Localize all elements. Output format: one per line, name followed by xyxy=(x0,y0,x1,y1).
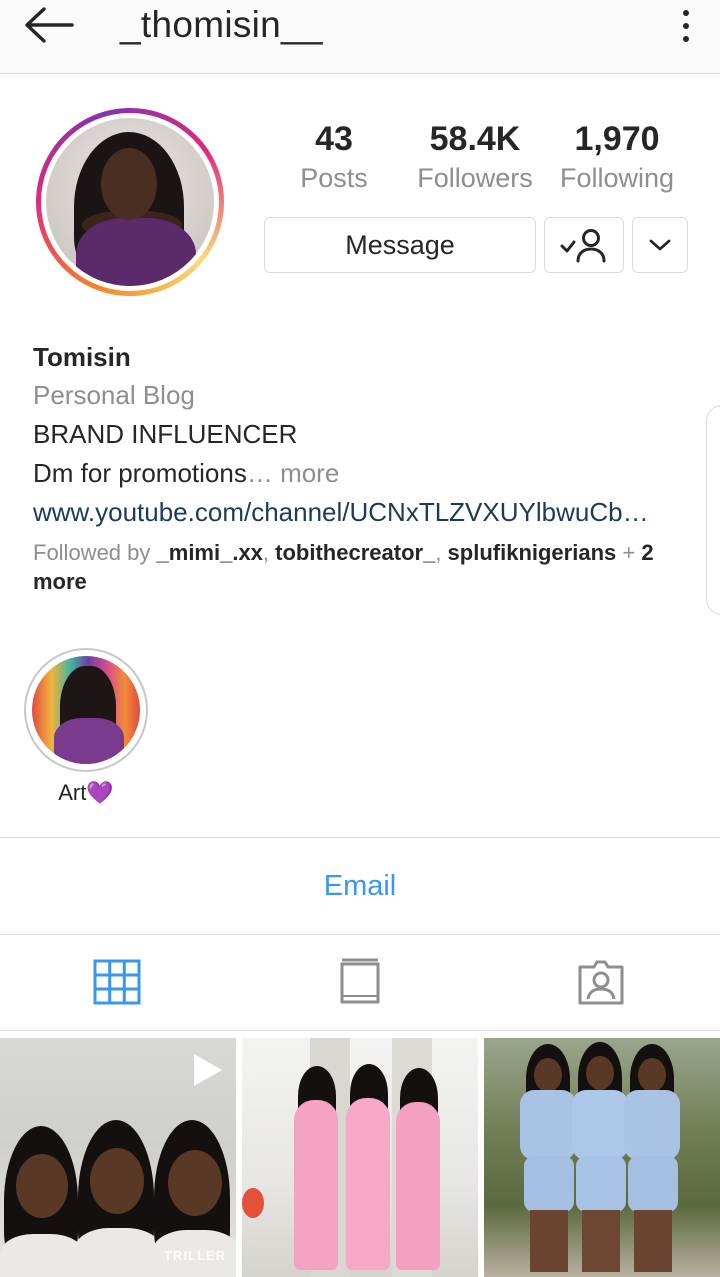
profile-username: _thomisin__ xyxy=(120,4,323,45)
posts-label: Posts xyxy=(300,163,368,193)
bio-website-link[interactable]: www.youtube.com/channel/UCNxTLZVXUYlbwuC… xyxy=(33,493,693,532)
bio-line-1: BRAND INFLUENCER xyxy=(33,419,298,449)
tagged-user-icon xyxy=(578,960,624,1005)
follower-username: tobithecreator_ xyxy=(275,540,436,565)
followed-by-prefix: Followed by xyxy=(33,540,157,565)
posts-stat[interactable]: 43 Posts xyxy=(294,118,374,196)
more-vertical-icon[interactable] xyxy=(674,6,698,46)
message-button[interactable]: Message xyxy=(264,217,536,273)
post-thumbnail[interactable] xyxy=(484,1038,720,1277)
posts-count: 43 xyxy=(315,120,353,158)
following-count: 1,970 xyxy=(574,120,660,158)
user-check-icon xyxy=(560,229,606,263)
followers-stat[interactable]: 58.4K Followers xyxy=(412,118,538,196)
following-label: Following xyxy=(559,163,675,193)
tab-tagged[interactable] xyxy=(577,958,625,1006)
followed-by[interactable]: Followed by _mimi_.xx, tobithecreator_, … xyxy=(33,538,693,596)
chevron-down-icon xyxy=(649,239,671,251)
follower-username: splufiknigerians xyxy=(447,540,617,565)
post-thumbnail[interactable] xyxy=(242,1038,478,1277)
top-bar: _thomisin__ xyxy=(0,0,720,74)
display-name: Tomisin xyxy=(33,342,131,372)
highlight-image xyxy=(32,656,140,764)
suggested-dropdown-button[interactable] xyxy=(632,217,688,273)
story-highlight[interactable] xyxy=(24,648,148,772)
followed-by-separator: , xyxy=(262,540,276,565)
bio-text: Dm for promotions xyxy=(33,458,247,488)
follower-username: _mimi_.xx xyxy=(156,540,263,565)
side-panel-edge[interactable] xyxy=(706,405,720,615)
profile-bio: Tomisin Personal Blog BRAND INFLUENCER D… xyxy=(33,338,693,596)
following-stat[interactable]: 1,970 Following xyxy=(554,118,680,196)
profile-category: Personal Blog xyxy=(33,380,195,410)
arrow-left-icon xyxy=(25,7,74,43)
followed-by-plus: + xyxy=(616,540,642,565)
avatar-image xyxy=(46,118,214,286)
followers-label: Followers xyxy=(417,163,533,193)
bio-more-link[interactable]: … more xyxy=(247,458,339,488)
following-button[interactable] xyxy=(544,217,624,273)
video-watermark: TRILLER xyxy=(164,1248,226,1263)
back-button[interactable] xyxy=(18,2,78,48)
followed-by-separator: , xyxy=(435,540,448,565)
bio-line-2: Dm for promotions… more xyxy=(33,454,693,493)
followers-count: 58.4K xyxy=(429,120,521,158)
profile-avatar[interactable] xyxy=(36,108,224,296)
grid-icon xyxy=(93,959,141,1005)
divider xyxy=(0,1030,720,1031)
igtv-icon xyxy=(340,958,380,1004)
email-button[interactable]: Email xyxy=(0,838,720,934)
posts-grid: TRILLER xyxy=(0,1038,720,1277)
divider xyxy=(0,934,720,935)
tab-igtv[interactable] xyxy=(336,958,384,1006)
tab-grid[interactable] xyxy=(93,958,141,1006)
highlight-label: Art💜 xyxy=(58,780,114,805)
post-thumbnail[interactable]: TRILLER xyxy=(0,1038,236,1277)
video-play-icon xyxy=(194,1054,222,1086)
